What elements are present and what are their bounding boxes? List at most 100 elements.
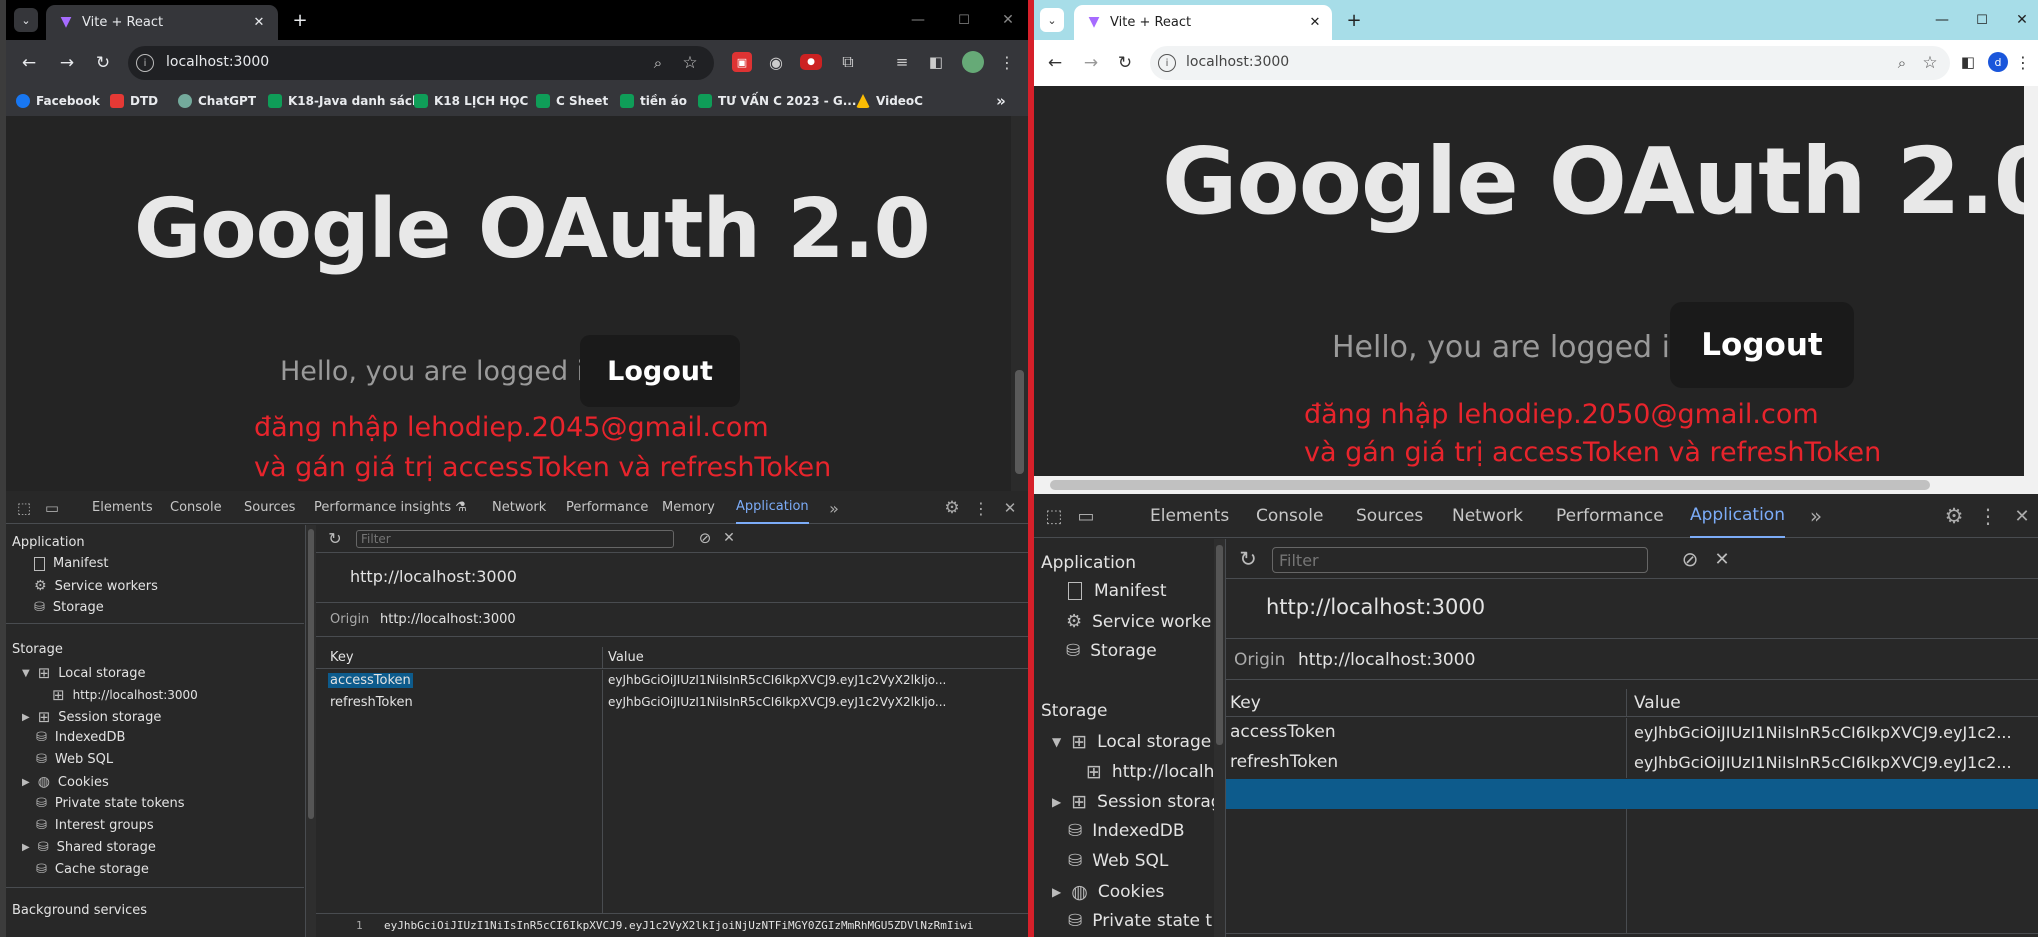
page-scrollbar[interactable]	[2024, 86, 2038, 476]
sidebar-item-indexeddb[interactable]: ⛁ IndexedDB	[1068, 821, 1185, 841]
extension-record-icon[interactable]: ●	[800, 54, 822, 70]
column-value-header[interactable]: Value	[1634, 693, 1681, 713]
bookmark-star-icon[interactable]: ☆	[1920, 53, 1940, 73]
bookmark-item[interactable]: DTD	[110, 86, 158, 116]
close-devtools-icon[interactable]: ✕	[2010, 504, 2034, 528]
sidebar-item-local-storage[interactable]: ▼ ⊞ Local storage	[22, 664, 146, 682]
devtools-menu-icon[interactable]: ⋮	[1978, 504, 1998, 528]
page-scrollbar[interactable]	[1011, 116, 1028, 491]
reload-icon[interactable]: ↻	[1114, 52, 1136, 74]
sidebar-item-interest-groups[interactable]: ⛁ Interest groups	[36, 818, 154, 833]
inspect-element-icon[interactable]: ⬚	[14, 498, 34, 518]
tab-application[interactable]: Application	[1690, 494, 1785, 538]
browser-tab[interactable]: ▼ Vite + React ✕	[46, 5, 278, 40]
tab-search-icon[interactable]: ⌄	[14, 8, 38, 32]
devtools-menu-icon[interactable]: ⋮	[973, 498, 989, 518]
sidebar-item-localhost[interactable]: ⊞ http://localh	[1086, 761, 1214, 783]
extensions-puzzle-icon[interactable]: ⧉	[838, 52, 858, 72]
extension-red-icon[interactable]: ▣	[732, 52, 752, 72]
scrollbar-thumb[interactable]	[1050, 480, 1930, 490]
column-key-header[interactable]: Key	[1230, 693, 1261, 713]
new-tab-icon[interactable]: +	[290, 10, 310, 31]
table-row-selected-empty[interactable]	[1226, 779, 2038, 809]
bookmark-item[interactable]: C Sheet	[536, 86, 608, 116]
logout-button[interactable]: Logout	[1670, 302, 1854, 388]
zoom-icon[interactable]: ⌕	[1892, 53, 1912, 73]
sidebar-item-storage[interactable]: ⛁ Storage	[1066, 641, 1157, 661]
scrollbar-thumb[interactable]	[1216, 545, 1223, 745]
tab-application[interactable]: Application	[736, 491, 809, 524]
sidebar-item-session-storage[interactable]: ▶ ⊞ Session storage	[22, 708, 161, 726]
reload-icon[interactable]: ↻	[92, 52, 114, 74]
close-tab-icon[interactable]: ✕	[1306, 13, 1324, 31]
tab-console[interactable]: Console	[170, 491, 222, 524]
sidebar-scrollbar[interactable]	[306, 525, 316, 937]
table-row[interactable]: refreshToken eyJhbGciOiJIUzI1NiIsInR5cCI…	[316, 692, 1028, 714]
address-bar[interactable]: i localhost:3000 ⌕ ☆	[1150, 46, 1950, 80]
tab-console[interactable]: Console	[1256, 494, 1324, 538]
more-tabs-icon[interactable]: »	[824, 498, 844, 518]
tab-network[interactable]: Network	[1452, 494, 1523, 538]
inspect-element-icon[interactable]: ⬚	[1042, 504, 1066, 528]
bookmark-item[interactable]: tiền áo	[620, 86, 687, 116]
bookmark-star-icon[interactable]: ☆	[680, 53, 700, 73]
tab-performance[interactable]: Performance	[1556, 494, 1664, 538]
more-bookmarks-icon[interactable]: »	[992, 91, 1010, 111]
filter-input[interactable]	[1272, 547, 1648, 573]
sidebar-item-shared-storage[interactable]: ▶ ⛁ Shared storage	[22, 840, 156, 855]
close-tab-icon[interactable]: ✕	[250, 13, 268, 31]
scrollbar-thumb[interactable]	[308, 529, 314, 819]
filter-input[interactable]	[356, 530, 674, 548]
site-info-icon[interactable]: i	[136, 54, 154, 72]
side-panel-icon[interactable]: ◧	[1958, 52, 1978, 72]
table-row[interactable]: accessToken eyJhbGciOiJIUzI1NiIsInR5cCI6…	[1226, 718, 2038, 748]
sidebar-item-manifest[interactable]: Manifest	[34, 556, 108, 571]
sidebar-item-private-state-tokens[interactable]: ⛁ Private state tokens	[36, 796, 185, 811]
sidebar-item-service-workers[interactable]: ⚙ Service workers	[34, 578, 158, 594]
profile-avatar[interactable]	[962, 51, 984, 73]
sidebar-item-session-storage[interactable]: ▶ ⊞ Session storag	[1052, 791, 1214, 813]
sidebar-scrollbar[interactable]	[1214, 539, 1226, 937]
site-info-icon[interactable]: i	[1158, 54, 1176, 72]
logout-button[interactable]: Logout	[580, 335, 740, 407]
bookmark-item[interactable]: VideoC	[856, 86, 923, 116]
close-window-icon[interactable]: ✕	[998, 10, 1018, 30]
bookmark-item[interactable]: Facebook	[16, 86, 100, 116]
menu-dots-icon[interactable]: ⋮	[2015, 52, 2031, 72]
browser-tab[interactable]: ▼ Vite + React ✕	[1074, 5, 1332, 40]
delete-selected-icon[interactable]: ✕	[1710, 547, 1734, 571]
minimize-icon[interactable]: —	[1932, 10, 1952, 30]
sidebar-item-local-storage[interactable]: ▼ ⊞ Local storage	[1052, 731, 1211, 753]
settings-gear-icon[interactable]: ⚙	[942, 498, 962, 518]
tab-search-icon[interactable]: ⌄	[1040, 8, 1064, 32]
sidebar-item-service-workers[interactable]: ⚙ Service worke	[1066, 611, 1211, 632]
tab-performance[interactable]: Performance	[566, 491, 648, 524]
sidebar-item-manifest[interactable]: Manifest	[1068, 581, 1167, 601]
media-queue-icon[interactable]: ≡	[892, 52, 912, 72]
forward-icon[interactable]: →	[1080, 52, 1102, 74]
back-icon[interactable]: ←	[1044, 52, 1066, 74]
profile-avatar[interactable]: d	[1988, 52, 2008, 72]
device-toolbar-icon[interactable]: ▭	[1074, 504, 1098, 528]
new-tab-icon[interactable]: +	[1344, 10, 1364, 31]
sidebar-item-web-sql[interactable]: ⛁ Web SQL	[36, 752, 113, 767]
horizontal-scrollbar[interactable]	[1034, 476, 2038, 494]
sidebar-item-localhost[interactable]: ⊞ http://localhost:3000	[52, 686, 198, 704]
address-bar[interactable]: i localhost:3000 ⌕ ☆	[128, 46, 714, 80]
more-tabs-icon[interactable]: »	[1804, 504, 1828, 528]
sidebar-item-cookies[interactable]: ▶ ◍ Cookies	[22, 774, 109, 790]
close-window-icon[interactable]: ✕	[2012, 10, 2032, 30]
tab-network[interactable]: Network	[492, 491, 546, 524]
sidebar-item-web-sql[interactable]: ⛁ Web SQL	[1068, 851, 1168, 871]
sidebar-item-cookies[interactable]: ▶ ◍ Cookies	[1052, 881, 1164, 903]
bookmark-item[interactable]: ChatGPT	[178, 86, 256, 116]
extension-circle-icon[interactable]: ◉	[766, 52, 786, 72]
close-devtools-icon[interactable]: ✕	[1000, 498, 1020, 518]
scrollbar-thumb[interactable]	[1015, 370, 1024, 474]
table-row[interactable]: refreshToken eyJhbGciOiJIUzI1NiIsInR5cCI…	[1226, 748, 2038, 778]
tab-elements[interactable]: Elements	[1150, 494, 1229, 538]
column-key-header[interactable]: Key	[330, 650, 354, 665]
sidebar-item-indexeddb[interactable]: ⛁ IndexedDB	[36, 730, 125, 745]
table-row[interactable]: accessToken eyJhbGciOiJIUzI1NiIsInR5cCI6…	[316, 670, 1028, 692]
bookmark-item[interactable]: TƯ VẤN C 2023 - G...	[698, 86, 856, 116]
